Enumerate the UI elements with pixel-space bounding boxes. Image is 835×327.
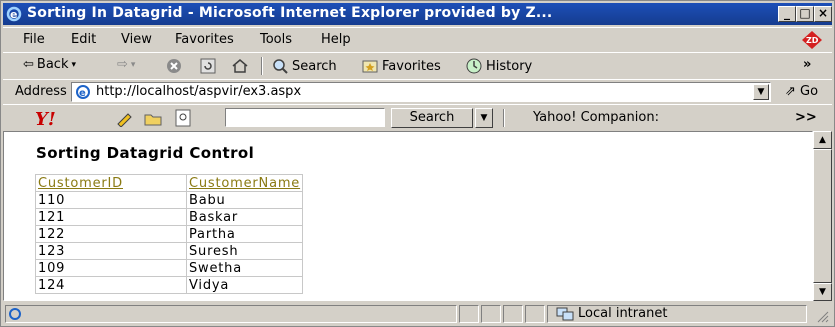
customer-id-cell: 124 <box>35 276 187 294</box>
yahoo-search-dropdown[interactable]: ▼ <box>475 108 493 128</box>
svg-text:ZD: ZD <box>806 36 819 45</box>
refresh-button[interactable] <box>199 57 217 75</box>
forward-button[interactable]: ⇨ ▾ <box>117 57 135 72</box>
maximize-button[interactable]: □ <box>796 6 814 22</box>
resize-grip-icon[interactable] <box>815 309 829 323</box>
history-icon <box>466 58 482 74</box>
home-icon <box>232 59 248 73</box>
page-content: Sorting Datagrid Control CustomerID Cust… <box>3 131 813 301</box>
status-text-panel <box>5 305 457 323</box>
stop-button[interactable] <box>165 57 183 75</box>
customer-id-cell: 121 <box>35 208 187 226</box>
folder-icon[interactable] <box>143 109 163 127</box>
title-bar[interactable]: e Sorting In Datagrid - Microsoft Intern… <box>3 3 832 25</box>
back-button[interactable]: ⇦ Back ▾ <box>23 57 76 72</box>
chevron-down-icon: ▾ <box>71 59 76 70</box>
customer-name-cell: Suresh <box>185 242 304 260</box>
search-icon <box>273 59 288 74</box>
stop-icon <box>167 59 181 73</box>
home-button[interactable] <box>231 57 249 75</box>
menu-view[interactable]: View <box>121 32 152 47</box>
intranet-icon <box>556 307 574 321</box>
back-arrow-icon: ⇦ <box>23 57 34 72</box>
security-zone-panel: Local intranet <box>547 305 807 323</box>
address-url: http://localhost/aspvir/ex3.aspx <box>96 84 302 99</box>
status-panel <box>525 305 545 323</box>
toolbar-separator <box>261 57 263 75</box>
sort-customername-link[interactable]: CustomerName <box>185 174 304 192</box>
menu-file[interactable]: File <box>23 32 45 47</box>
menu-bar: File Edit View Favorites Tools Help ZD <box>3 27 832 53</box>
close-button[interactable]: × <box>814 6 832 22</box>
yahoo-more-button[interactable]: >> <box>795 110 817 125</box>
customer-name-cell: Babu <box>185 191 304 209</box>
yahoo-search-button[interactable]: Search <box>391 108 473 128</box>
menu-help[interactable]: Help <box>321 32 351 47</box>
customer-id-cell: 110 <box>35 191 187 209</box>
go-button[interactable]: ⇗ Go <box>785 84 818 99</box>
yahoo-search-input[interactable] <box>225 108 385 127</box>
vertical-scrollbar[interactable]: ▲ ▼ <box>813 131 832 301</box>
standard-toolbar: ⇦ Back ▾ ⇨ ▾ Search Favorites History » <box>3 52 832 80</box>
ie-logo-icon: e <box>6 6 22 22</box>
address-bar: Address e http://localhost/aspvir/ex3.as… <box>3 79 832 105</box>
go-arrow-icon: ⇗ <box>785 84 796 99</box>
yahoo-companion-label: Yahoo! Companion: <box>533 110 659 125</box>
favorites-button[interactable]: Favorites <box>361 57 441 75</box>
customer-name-cell: Swetha <box>185 259 304 277</box>
favorites-icon <box>362 60 378 73</box>
status-panel <box>503 305 523 323</box>
status-bar: Local intranet <box>3 303 832 325</box>
menu-edit[interactable]: Edit <box>71 32 96 47</box>
customer-datagrid: CustomerID CustomerName 110 Babu 121 Baska… <box>35 174 304 294</box>
customer-id-cell: 122 <box>35 225 187 243</box>
svg-text:e: e <box>79 88 86 99</box>
search-button[interactable]: Search <box>271 57 337 75</box>
table-row: 122 Partha <box>35 225 304 243</box>
svg-text:e: e <box>10 8 17 21</box>
yahoo-logo-icon: Y! <box>35 109 56 128</box>
table-row: 121 Baskar <box>35 208 304 226</box>
menu-tools[interactable]: Tools <box>260 32 292 47</box>
scroll-down-button[interactable]: ▼ <box>813 283 832 301</box>
customer-id-cell: 123 <box>35 242 187 260</box>
toolbar-separator <box>503 109 505 127</box>
page-heading: Sorting Datagrid Control <box>36 144 255 162</box>
browser-window: e Sorting In Datagrid - Microsoft Intern… <box>0 0 835 327</box>
scroll-thumb[interactable] <box>813 149 832 283</box>
history-button[interactable]: History <box>465 57 532 75</box>
svg-text:Y!: Y! <box>35 109 56 128</box>
window-title: Sorting In Datagrid - Microsoft Internet… <box>27 5 553 21</box>
scroll-up-button[interactable]: ▲ <box>813 131 832 149</box>
chevron-down-icon: ▾ <box>130 59 136 70</box>
grid-header-row: CustomerID CustomerName <box>35 174 304 192</box>
refresh-icon <box>200 58 216 74</box>
toolbar-more-button[interactable]: » <box>803 57 811 72</box>
address-input[interactable]: e http://localhost/aspvir/ex3.aspx ▼ <box>71 82 771 102</box>
zone-label: Local intranet <box>578 306 668 321</box>
yahoo-companion-toolbar: Y! Search ▼ Yahoo! Companion: >> <box>3 104 832 132</box>
minimize-button[interactable]: _ <box>778 6 796 22</box>
address-label: Address <box>15 84 67 99</box>
table-row: 109 Swetha <box>35 259 304 277</box>
forward-arrow-icon: ⇨ <box>117 57 128 72</box>
table-row: 110 Babu <box>35 191 304 209</box>
status-panel <box>481 305 501 323</box>
address-dropdown-button[interactable]: ▼ <box>753 84 769 100</box>
zd-logo-icon: ZD <box>802 31 822 49</box>
sort-customerid-link[interactable]: CustomerID <box>35 174 187 192</box>
page-icon: e <box>76 85 90 99</box>
status-panel <box>459 305 479 323</box>
pencil-icon[interactable] <box>115 109 135 127</box>
customer-name-cell: Partha <box>185 225 304 243</box>
menu-favorites[interactable]: Favorites <box>175 32 234 47</box>
customer-name-cell: Baskar <box>185 208 304 226</box>
table-row: 124 Vidya <box>35 276 304 294</box>
magnifier-icon <box>175 109 191 127</box>
page-icon <box>9 308 21 320</box>
customer-id-cell: 109 <box>35 259 187 277</box>
customer-name-cell: Vidya <box>185 276 304 294</box>
table-row: 123 Suresh <box>35 242 304 260</box>
